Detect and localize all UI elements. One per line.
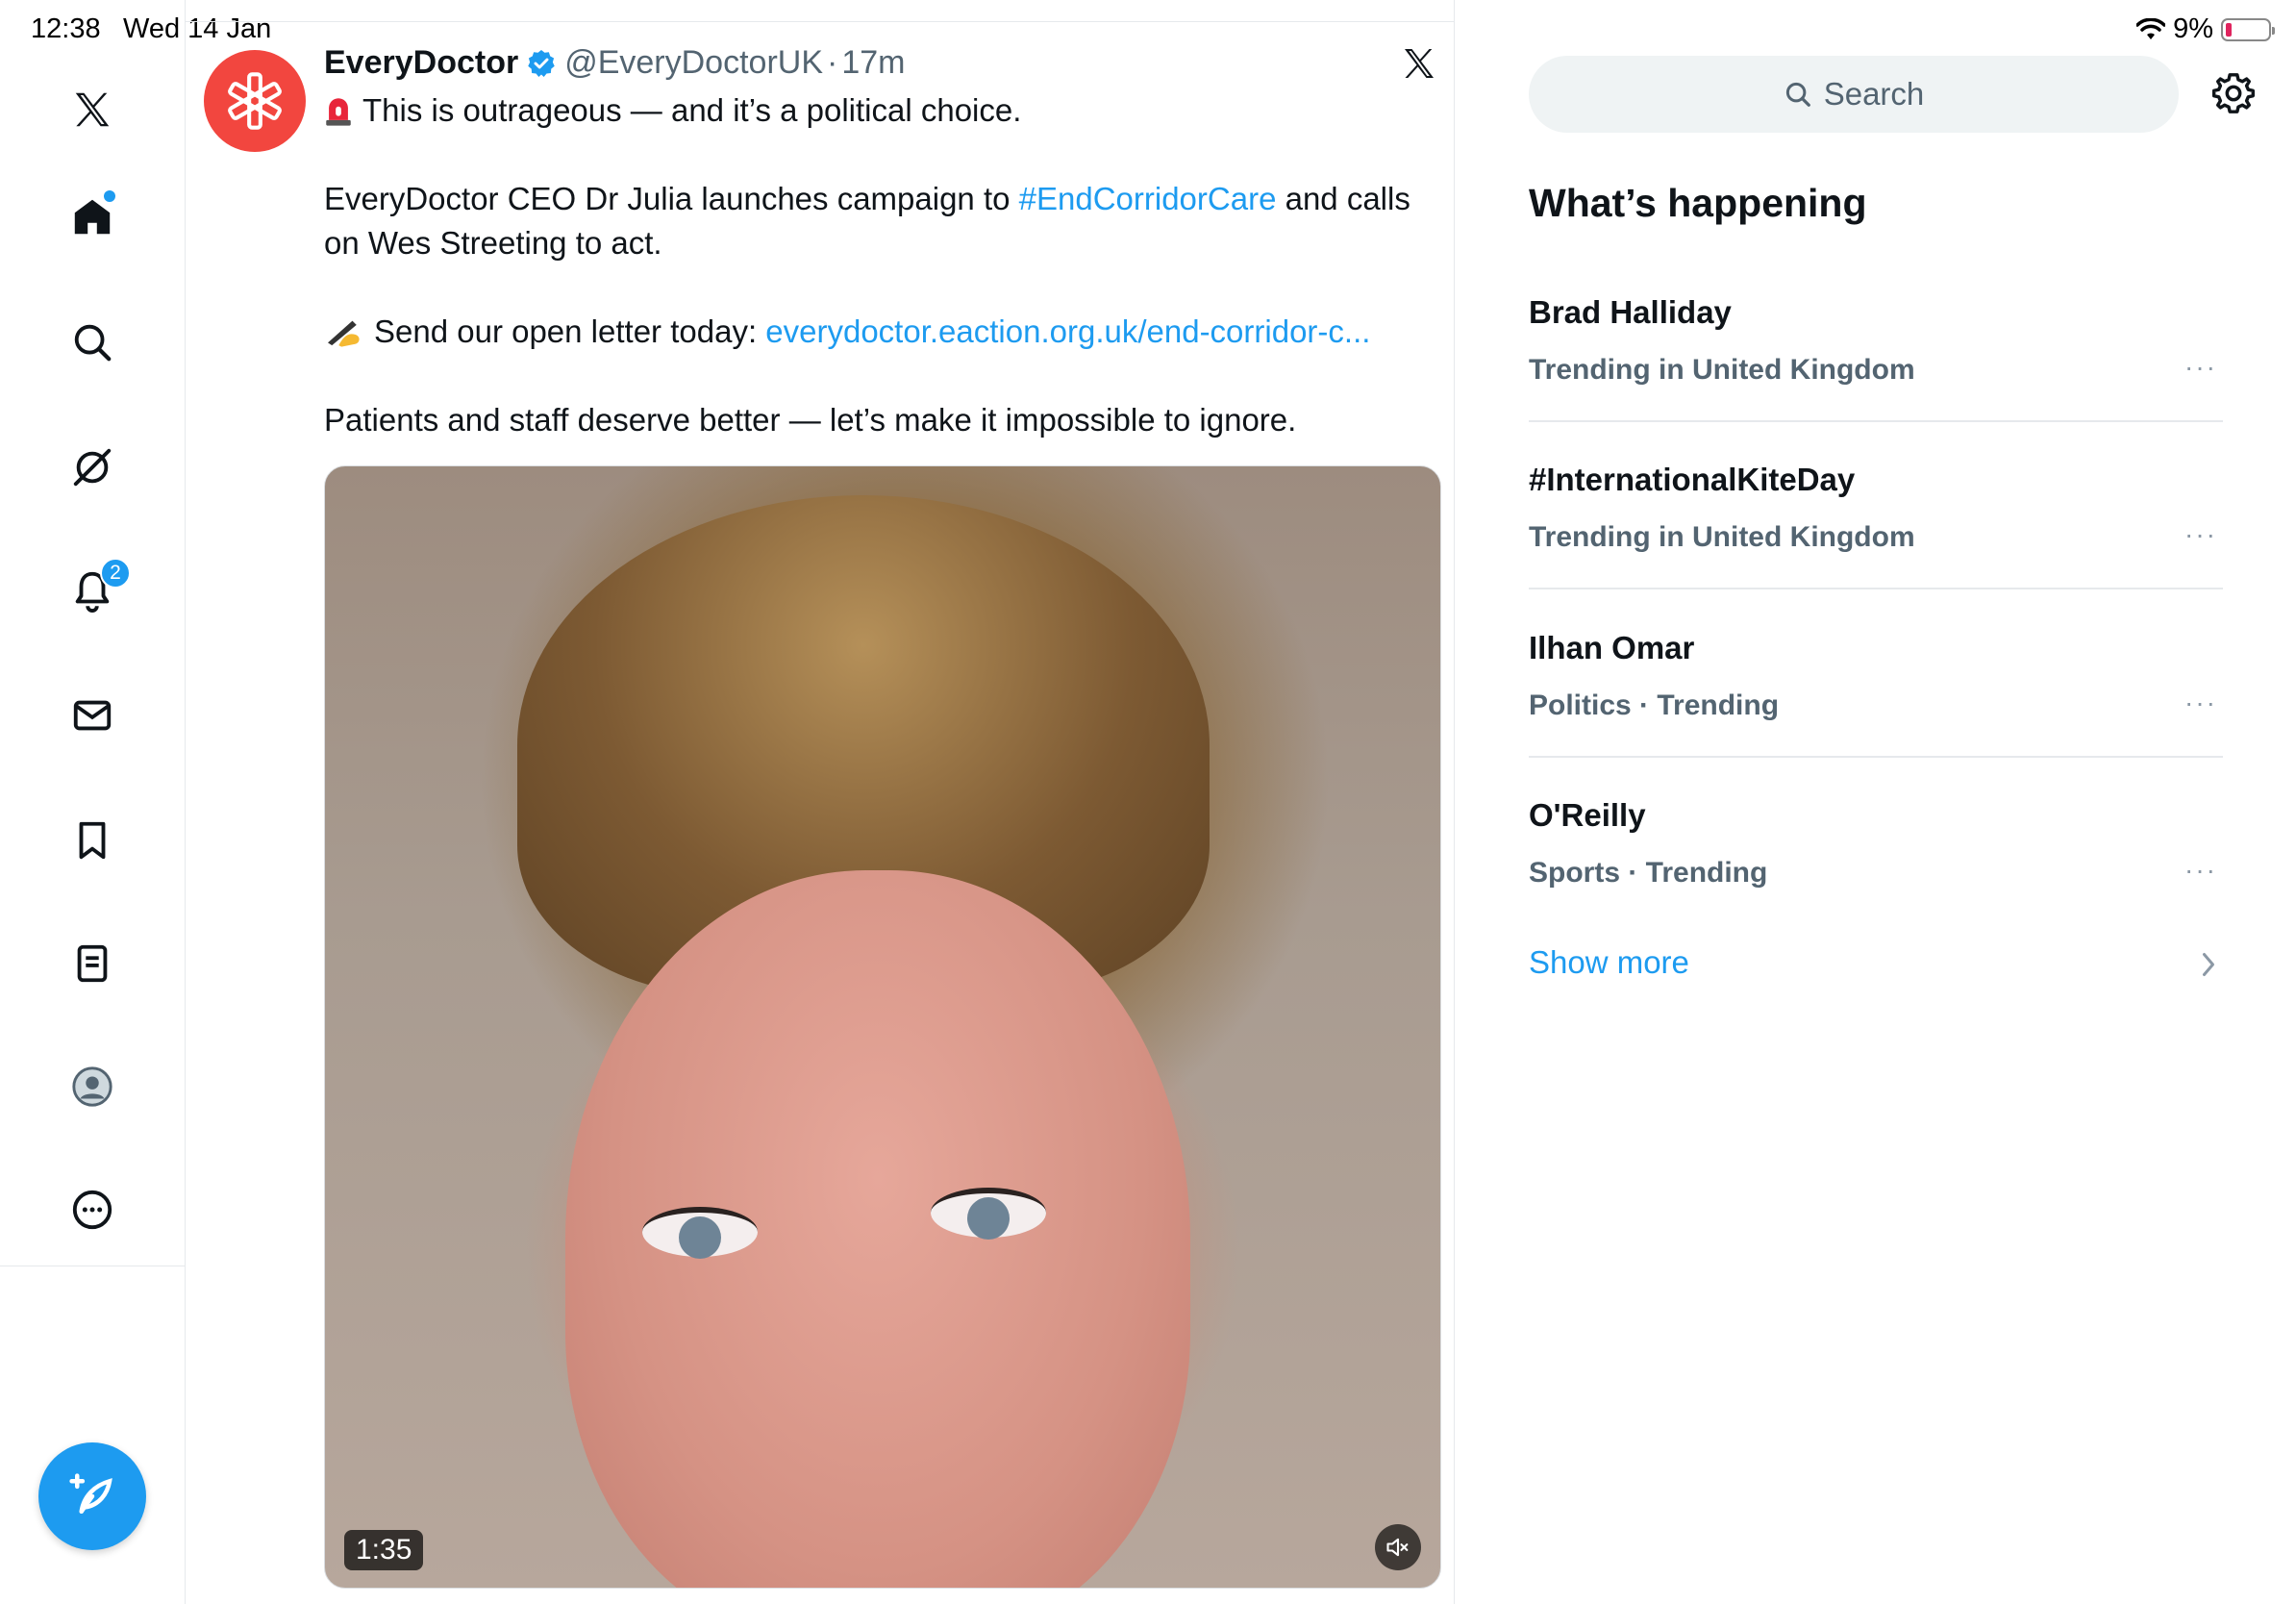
chevron-right-icon[interactable] [2198, 950, 2219, 979]
search-placeholder: Search [1823, 76, 1925, 112]
more-icon[interactable] [67, 1185, 117, 1235]
video-duration: 1:35 [344, 1530, 424, 1570]
hashtag-link[interactable]: #EndCorridorCare [1019, 181, 1277, 216]
settings-icon[interactable] [2211, 71, 2256, 115]
lists-icon[interactable] [67, 939, 117, 989]
compose-button[interactable] [38, 1442, 146, 1550]
tweet-time[interactable]: 17m [841, 44, 905, 82]
writing-hand-emoji-icon [328, 320, 360, 347]
bookmark-icon[interactable] [67, 815, 117, 865]
avatar[interactable] [204, 50, 306, 152]
tweet-line-2: EveryDoctor CEO Dr Julia launches campai… [324, 177, 1439, 265]
search-icon[interactable] [67, 317, 117, 367]
trend-meta: Trending in United Kingdom [1529, 354, 1915, 386]
main-top-divider [186, 21, 1455, 22]
tweet-line-4: Patients and staff deserve better — let’… [324, 402, 1297, 438]
trend-name: Brad Halliday [1529, 294, 1732, 330]
tweet-line-3: Send our open letter today: everydoctor.… [324, 310, 1439, 354]
open-letter-link[interactable]: everydoctor.eaction.org.uk/end-corridor-… [765, 313, 1370, 349]
verified-icon [526, 48, 557, 79]
mute-icon [1386, 1538, 1409, 1557]
trend-divider [1529, 756, 2223, 758]
trend-more-button[interactable]: ··· [2184, 855, 2217, 886]
trend-more-button[interactable]: ··· [2184, 352, 2217, 383]
grok-icon[interactable] [67, 442, 117, 492]
tweet-text: This is outrageous — and it’s a politica… [324, 88, 1439, 442]
tweet-author-name[interactable]: EveryDoctor [324, 44, 518, 82]
trend-meta: Sports · Trending [1529, 857, 1768, 889]
profile-icon[interactable] [67, 1062, 117, 1112]
trend-name: O'Reilly [1529, 797, 1646, 833]
siren-emoji-icon [326, 98, 351, 126]
trend-more-button[interactable]: ··· [2184, 688, 2217, 718]
battery-icon [2221, 17, 2275, 41]
tweet-line-1: This is outrageous — and it’s a politica… [324, 88, 1439, 133]
mail-icon[interactable] [67, 690, 117, 740]
trend-item[interactable]: Ilhan Omar Politics · Trending ··· [1529, 630, 2223, 722]
trend-item[interactable]: O'Reilly Sports · Trending ··· [1529, 797, 2223, 890]
tweet-header: EveryDoctor @EveryDoctorUK · 17m [324, 44, 905, 82]
trend-meta: Trending in United Kingdom [1529, 521, 1915, 553]
tweet-line-2-prefix: EveryDoctor CEO Dr Julia launches campai… [324, 181, 1019, 216]
tweet-author-handle[interactable]: @EveryDoctorUK [564, 44, 823, 82]
whats-happening-title: What’s happening [1529, 181, 1867, 225]
video-left-eye-shape [642, 1207, 758, 1259]
home-unread-dot [104, 190, 115, 202]
trend-item[interactable]: #InternationalKiteDay Trending in United… [1529, 462, 2223, 554]
tweet-line-3-prefix: Send our open letter today: [374, 313, 766, 349]
mute-button[interactable] [1375, 1524, 1421, 1570]
everydoctor-logo-icon [228, 72, 282, 130]
grok-close-icon[interactable] [1400, 44, 1438, 83]
notifications-badge: 2 [100, 558, 131, 589]
trend-divider [1529, 588, 2223, 589]
wifi-icon [2136, 17, 2166, 39]
x-logo-icon[interactable] [67, 85, 117, 135]
trend-name: Ilhan Omar [1529, 630, 1695, 665]
compose-icon [69, 1473, 112, 1514]
trend-divider [1529, 420, 2223, 422]
show-more-link[interactable]: Show more [1529, 944, 1689, 981]
status-right: 9% [2136, 13, 2275, 45]
video-right-eye-shape [931, 1188, 1046, 1240]
tweet-separator: · [827, 44, 838, 81]
trend-name: #InternationalKiteDay [1529, 462, 1856, 497]
tweet-line-1-text: This is outrageous — and it’s a politica… [362, 92, 1022, 128]
trend-item[interactable]: Brad Halliday Trending in United Kingdom… [1529, 294, 2223, 387]
left-nav: 2 [0, 0, 186, 1604]
search-icon [1785, 82, 1810, 107]
tweet-video[interactable]: 1:35 [324, 465, 1441, 1589]
trend-meta: Politics · Trending [1529, 689, 1780, 721]
trend-more-button[interactable]: ··· [2184, 519, 2217, 550]
battery-percent: 9% [2173, 13, 2213, 44]
search-input[interactable]: Search [1529, 56, 2179, 133]
